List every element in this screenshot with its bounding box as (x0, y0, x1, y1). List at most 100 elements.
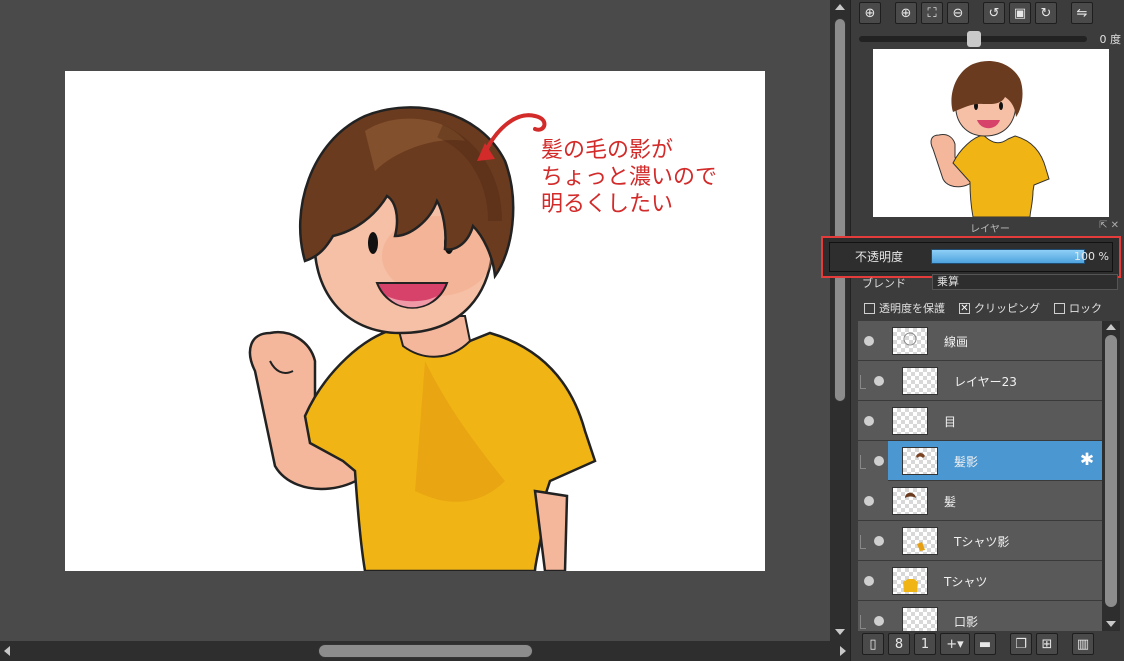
layer-thumbnail (902, 367, 938, 395)
layer-list-scroll-thumb[interactable] (1105, 335, 1117, 607)
checkbox-unchecked-icon[interactable] (1054, 302, 1065, 314)
reset-view-icon[interactable]: ▣ (1009, 2, 1031, 24)
scroll-up-arrow-icon[interactable] (1106, 324, 1116, 330)
canvas-vscroll-thumb[interactable] (834, 18, 846, 402)
toolbar-separator (1062, 633, 1068, 657)
drawing-paper[interactable]: 髪の毛の影が ちょっと濃いので 明るくしたい (65, 71, 765, 571)
blend-mode-row: ブレンド 乗算 (858, 272, 1120, 292)
panel-detach-icon[interactable]: ⇱ ✕ (1099, 220, 1119, 231)
canvas-horizontal-scrollbar[interactable] (0, 641, 850, 661)
layer-thumbnail (902, 447, 938, 475)
layer-name: 目 (944, 415, 957, 429)
layer-row-mouth-shadow[interactable]: 口影 (858, 601, 1102, 631)
visibility-eye-icon[interactable] (864, 496, 874, 506)
layer-thumbnail (902, 607, 938, 631)
navigator-preview[interactable] (873, 49, 1109, 218)
zoom-out-icon[interactable]: ⊖ (947, 2, 969, 24)
layer-row-tshirt[interactable]: Tシャツ (858, 561, 1102, 601)
rotate-left-icon[interactable]: ↺ (983, 2, 1005, 24)
layer-thumbnail (892, 487, 928, 515)
layer-thumbnail (902, 527, 938, 555)
layer-row-hair-shadow[interactable]: 髪影 ✱ (858, 441, 1102, 481)
clipping-label: クリッピング (974, 302, 1040, 315)
opacity-label: 不透明度 (855, 250, 904, 264)
gear-icon[interactable]: ✱ (1078, 451, 1096, 469)
protect-alpha-checkbox[interactable]: 透明度を保護 (864, 300, 945, 316)
clipping-indicator-icon (860, 455, 866, 469)
layer-row-lineart[interactable]: 線画 (858, 321, 1102, 361)
layer-panel-title: レイヤー (970, 224, 1010, 235)
annotation-line-3: 明るくしたい (541, 192, 674, 217)
lock-checkbox[interactable]: ロック (1054, 300, 1102, 316)
clipping-checkbox[interactable]: ✕ クリッピング (959, 300, 1040, 316)
scroll-down-arrow-icon[interactable] (1106, 621, 1116, 627)
clipping-indicator-icon (860, 615, 866, 629)
canvas-vertical-scrollbar[interactable] (830, 0, 850, 641)
layer-name: Tシャツ影 (954, 535, 1010, 549)
annotation-line-2: ちょっと濃いので (541, 165, 718, 190)
canvas-hscroll-thumb[interactable] (318, 644, 533, 658)
fit-screen-icon[interactable]: ⛶ (921, 2, 943, 24)
visibility-eye-icon[interactable] (864, 416, 874, 426)
layer-thumbnail (892, 407, 928, 435)
lock-label: ロック (1069, 302, 1102, 315)
toolbar-separator (1000, 633, 1006, 657)
new-1bit-layer-icon[interactable]: 1 (914, 633, 936, 655)
layer-row-hair[interactable]: 髪 (858, 481, 1102, 521)
blend-label: ブレンド (862, 277, 906, 290)
visibility-eye-icon[interactable] (874, 536, 884, 546)
layer-row-layer23[interactable]: レイヤー23 (858, 361, 1102, 401)
scroll-up-arrow-icon[interactable] (835, 4, 845, 10)
opacity-slider[interactable] (931, 249, 1085, 264)
clipping-indicator-icon (860, 535, 866, 549)
zoom-fit-icon[interactable]: ⊕ (859, 2, 881, 24)
visibility-eye-icon[interactable] (874, 616, 884, 626)
layer-name: 線画 (944, 335, 969, 349)
zoom-in-icon[interactable]: ⊕ (895, 2, 917, 24)
layer-name: Tシャツ (944, 575, 988, 589)
layer-list-scrollbar[interactable] (1102, 321, 1120, 631)
add-layer-menu-icon[interactable]: +▾ (940, 633, 970, 655)
merge-layer-icon[interactable]: ⊞ (1036, 633, 1058, 655)
new-folder-icon[interactable]: ▬ (974, 633, 996, 655)
annotation-note: 髪の毛の影が ちょっと濃いので 明るくしたい (541, 137, 717, 218)
rotation-slider-row: 0 度 (859, 31, 1121, 47)
visibility-eye-icon[interactable] (864, 336, 874, 346)
navigator-thumbnail (930, 60, 1050, 218)
navigator-toolbar: ⊕ ⊕ ⛶ ⊖ ↺ ▣ ↻ ⇋ (859, 2, 1093, 26)
rotation-value: 0 度 (1099, 33, 1122, 46)
visibility-eye-icon[interactable] (874, 376, 884, 386)
checkbox-checked-icon[interactable]: ✕ (959, 302, 970, 314)
blend-mode-select[interactable]: 乗算 (932, 274, 1118, 290)
scroll-left-arrow-icon[interactable] (4, 646, 10, 656)
clipping-indicator-icon (860, 375, 866, 389)
checkbox-unchecked-icon[interactable] (864, 302, 875, 314)
scroll-right-arrow-icon[interactable] (840, 646, 846, 656)
new-layer-icon[interactable]: ▯ (862, 633, 884, 655)
protect-alpha-label: 透明度を保護 (879, 302, 945, 315)
toolbar-separator (973, 2, 979, 26)
layer-name: 髪影 (954, 455, 979, 469)
new-halftone-layer-icon[interactable]: 8 (888, 633, 910, 655)
layer-row-eyes[interactable]: 目 (858, 401, 1102, 441)
layer-row-tshirt-shadow[interactable]: Tシャツ影 (858, 521, 1102, 561)
visibility-eye-icon[interactable] (864, 576, 874, 586)
duplicate-layer-icon[interactable]: ❐ (1010, 633, 1032, 655)
layer-options-row: 透明度を保護 ✕ クリッピング ロック (864, 299, 1120, 317)
layer-name: 髪 (944, 495, 957, 509)
rotation-slider-knob[interactable] (967, 31, 981, 47)
layer-name: 口影 (954, 615, 979, 629)
canvas-area[interactable]: 髪の毛の影が ちょっと濃いので 明るくしたい (0, 0, 830, 641)
toolbar-separator (1061, 2, 1067, 26)
app-window: 髪の毛の影が ちょっと濃いので 明るくしたい ⊕ ⊕ ⛶ ⊖ ↺ ▣ ↻ ⇋ 0… (0, 0, 1124, 661)
layer-name: レイヤー23 (954, 375, 1017, 389)
layer-panel-header: レイヤー ⇱ ✕ (859, 220, 1121, 235)
rotate-right-icon[interactable]: ↻ (1035, 2, 1057, 24)
layer-list: 線画 レイヤー23 目 髪影 ✱ 髪 Tシャツ影 Tシャツ 口影 (858, 321, 1102, 631)
scroll-down-arrow-icon[interactable] (835, 629, 845, 635)
layer-thumbnail (892, 567, 928, 595)
delete-layer-icon[interactable]: ▥ (1072, 633, 1094, 655)
flip-horizontal-icon[interactable]: ⇋ (1071, 2, 1093, 24)
visibility-eye-icon[interactable] (874, 456, 884, 466)
layer-bottom-toolbar: ▯ 8 1 +▾ ▬ ❐ ⊞ ▥ (862, 633, 1094, 657)
